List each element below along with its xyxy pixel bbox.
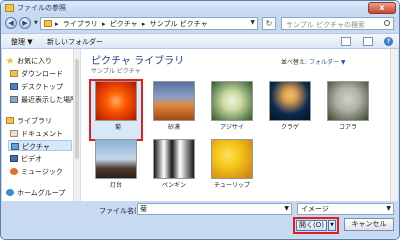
library-title: ピクチャ ライブラリ (91, 56, 185, 67)
thumbnail-image (95, 81, 137, 121)
file-name: ペンギン (161, 182, 186, 189)
search-placeholder: サンプル ピクチャの検索 (286, 21, 365, 29)
videos-icon (10, 155, 18, 162)
breadcrumb-separator: ▸ (141, 20, 146, 28)
open-button[interactable]: 開く(O) (296, 220, 327, 231)
preview-pane-icon[interactable] (363, 37, 373, 46)
breadcrumb-separator: ▸ (101, 20, 106, 28)
music-icon (10, 168, 18, 175)
thumbnail-image (153, 81, 195, 121)
file-name: 菊 (114, 124, 121, 131)
sidebar-item-recent-places[interactable]: 最近表示した場所 (10, 94, 80, 105)
command-bar: 整理 ▼ 新しいフォルダー ? (1, 33, 399, 49)
help-icon[interactable]: ? (384, 37, 393, 46)
close-button[interactable]: x (368, 2, 396, 14)
sidebar-item-music[interactable]: ミュージック (10, 166, 80, 177)
file-item-koala[interactable]: コアラ (321, 79, 375, 141)
breadcrumb-item-pictures[interactable]: ピクチャ (110, 20, 138, 28)
window-title: ファイルの参照 (17, 4, 66, 12)
title-bar: ファイルの参照 x (1, 1, 399, 15)
open-options-dropdown[interactable]: ▼ (328, 220, 336, 231)
view-options-icon[interactable] (341, 37, 351, 46)
library-icon (6, 117, 14, 124)
library-subtitle: サンプル ピクチャ (91, 68, 141, 75)
breadcrumb-item-sample-pictures[interactable]: サンプル ピクチャ (150, 20, 208, 28)
filename-input[interactable]: 菊 ▼ (137, 203, 292, 215)
arrange-by: 並べ替え: フォルダー ▼ (281, 57, 345, 66)
breadcrumb-separator: ▸ (55, 20, 59, 28)
sidebar-item-videos[interactable]: ビデオ (10, 153, 80, 164)
thumbnail-image (211, 139, 253, 179)
file-item-lighthouse[interactable]: 灯台 (89, 137, 143, 199)
navigation-pane: お気に入り ダウンロード デスクトップ 最近表示した場所 ライブラリ ドキュメン… (2, 49, 81, 201)
recent-pages-dropdown[interactable]: ▼ (34, 20, 38, 26)
breadcrumb: ▸ ライブラリ ▸ ピクチャ ▸ サンプル ピクチャ (55, 19, 210, 29)
organize-button[interactable]: 整理 ▼ (11, 37, 33, 47)
desktop-icon (10, 83, 18, 90)
file-item-jellyfish[interactable]: クラゲ (263, 79, 317, 141)
sidebar-scrollbar[interactable] (73, 49, 80, 201)
recent-places-icon (10, 96, 18, 103)
file-browse-dialog: ファイルの参照 x ◀ ▶ ▼ ▸ ライブラリ ▸ ピクチャ ▸ サンプル ピク… (0, 0, 400, 240)
star-icon (6, 57, 14, 64)
download-folder-icon (10, 70, 18, 77)
thumbnail-image (153, 139, 195, 179)
dialog-footer: ファイル名(N): 菊 ▼ イメージ ▼ 開く(O) ▼ キャンセル (1, 201, 399, 239)
documents-icon (10, 130, 18, 137)
thumbnail-image (327, 81, 369, 121)
file-item-penguins[interactable]: ペンギン (147, 137, 201, 199)
chevron-down-icon: ▼ (386, 205, 391, 212)
sidebar-item-pictures[interactable]: ピクチャ (8, 140, 72, 151)
sidebar-item-homegroup[interactable]: ホームグループ (6, 187, 76, 198)
pictures-icon (11, 143, 19, 150)
address-bar[interactable]: ▸ ライブラリ ▸ ピクチャ ▸ サンプル ピクチャ ▼ (40, 17, 258, 30)
file-type-select[interactable]: イメージ ▼ (297, 203, 394, 215)
sidebar-item-downloads[interactable]: ダウンロード (10, 68, 80, 79)
refresh-button[interactable]: ↻ (262, 17, 276, 30)
sidebar-item-documents[interactable]: ドキュメント (10, 128, 80, 139)
filename-value: 菊 (140, 205, 147, 213)
file-type-value: イメージ (301, 205, 329, 213)
open-button-highlight: 開く(O) ▼ (293, 217, 339, 234)
file-name: 灯台 (109, 182, 122, 189)
new-folder-button[interactable]: 新しいフォルダー (47, 37, 103, 47)
file-list-scrollbar[interactable] (390, 49, 398, 201)
file-name: チューリップ (213, 182, 250, 189)
file-name: 砂漠 (167, 124, 180, 131)
file-name: コアラ (338, 124, 357, 131)
file-item-tulips[interactable]: チューリップ (205, 137, 259, 199)
file-name: アジサイ (220, 124, 244, 131)
forward-button[interactable]: ▶ (19, 17, 31, 29)
homegroup-icon (6, 189, 14, 196)
thumbnail-image (95, 139, 137, 179)
file-item-hydrangeas[interactable]: アジサイ (205, 79, 259, 141)
search-input[interactable]: サンプル ピクチャの検索 (281, 17, 394, 30)
cancel-button[interactable]: キャンセル (344, 218, 394, 231)
file-name: クラゲ (280, 124, 299, 131)
thumbnail-image (269, 81, 311, 121)
navigation-bar: ◀ ▶ ▼ ▸ ライブラリ ▸ ピクチャ ▸ サンプル ピクチャ ▼ ↻ サンプ… (1, 15, 399, 33)
search-icon (384, 20, 390, 26)
file-item-chrysanthemum[interactable]: 菊 (89, 79, 143, 141)
sidebar-item-desktop[interactable]: デスクトップ (10, 81, 80, 92)
sidebar-item-favorites[interactable]: お気に入り (6, 55, 76, 66)
sidebar-item-libraries[interactable]: ライブラリ (6, 115, 76, 126)
arrange-label: 並べ替え: (281, 59, 308, 66)
address-dropdown[interactable]: ▼ (250, 19, 255, 26)
arrange-dropdown[interactable]: フォルダー ▼ (309, 59, 346, 66)
sidebar-scroll-thumb[interactable] (75, 59, 79, 159)
thumbnail-image (211, 81, 253, 121)
folder-icon (44, 20, 52, 27)
file-item-desert[interactable]: 砂漠 (147, 79, 201, 141)
breadcrumb-item-libraries[interactable]: ライブラリ (63, 20, 98, 28)
file-list-pane: ピクチャ ライブラリ サンプル ピクチャ 並べ替え: フォルダー ▼ 菊 砂漠 … (81, 49, 390, 201)
chevron-down-icon[interactable]: ▼ (284, 204, 289, 214)
back-button[interactable]: ◀ (5, 17, 17, 29)
folder-icon (5, 4, 14, 12)
